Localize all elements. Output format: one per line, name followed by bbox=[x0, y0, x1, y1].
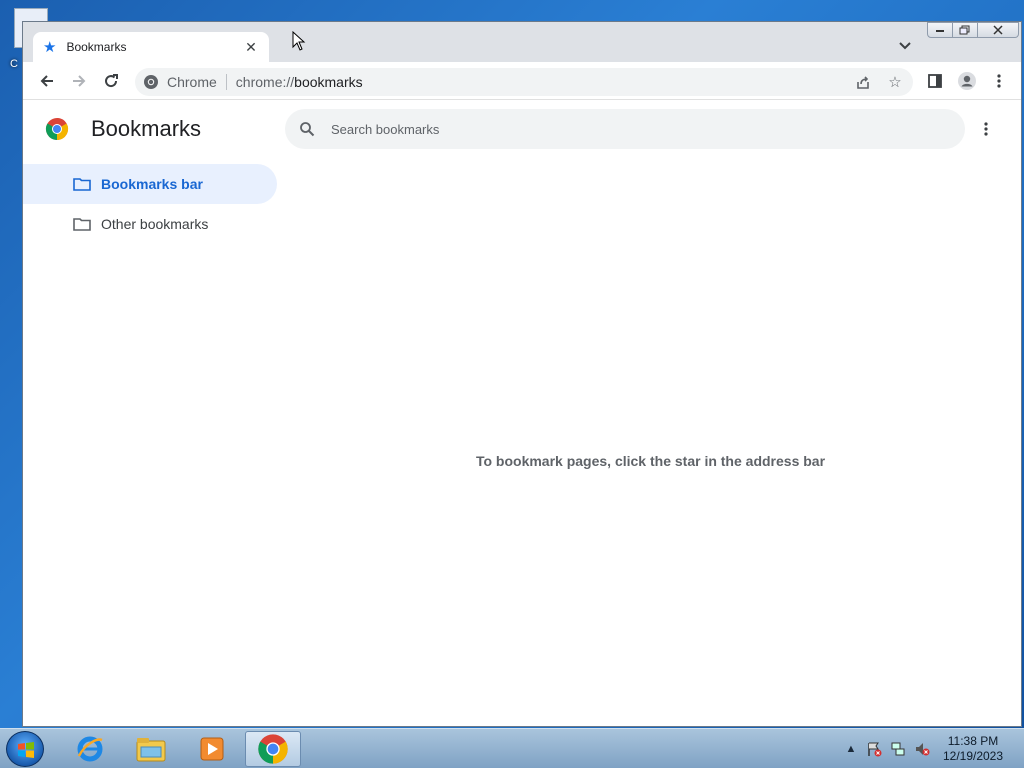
taskbar-clock[interactable]: 11:38 PM 12/19/2023 bbox=[938, 734, 1008, 764]
bookmarks-page: Bookmarks Bookmarks bar Other bookmarks … bbox=[23, 100, 1021, 726]
chrome-window: ★ Bookmarks ✕ Chrome chrome://bookmarks … bbox=[22, 21, 1022, 727]
search-input[interactable] bbox=[331, 121, 891, 137]
bookmark-star-icon[interactable]: ☆ bbox=[885, 72, 905, 92]
forward-arrow-icon[interactable] bbox=[67, 69, 91, 93]
close-tab-icon[interactable]: ✕ bbox=[243, 39, 259, 56]
empty-state-message: To bookmark pages, click the star in the… bbox=[475, 453, 826, 469]
address-bar[interactable]: Chrome chrome://bookmarks ☆ bbox=[135, 68, 913, 96]
windows-logo-icon bbox=[18, 742, 34, 758]
folder-icon bbox=[73, 217, 91, 231]
share-icon[interactable] bbox=[853, 72, 873, 92]
start-button[interactable] bbox=[6, 731, 44, 767]
folder-icon bbox=[73, 177, 91, 191]
show-hidden-icons-icon[interactable]: ▲ bbox=[843, 741, 859, 757]
chrome-site-icon bbox=[143, 74, 159, 90]
tab-search-chevron-icon[interactable] bbox=[895, 36, 915, 56]
sidebar-item-bookmarks-bar[interactable]: Bookmarks bar bbox=[23, 164, 277, 204]
clock-date: 12/19/2023 bbox=[942, 749, 1004, 763]
title-bar: ★ Bookmarks ✕ bbox=[23, 22, 1021, 62]
url-path: bookmarks bbox=[294, 74, 363, 90]
url-scheme: chrome:// bbox=[235, 74, 295, 90]
network-icon[interactable] bbox=[890, 741, 906, 757]
taskbar: ▲ 11:38 PM 12/19/2023 bbox=[0, 728, 1024, 768]
close-window-button[interactable] bbox=[977, 22, 1019, 38]
sidebar-item-label: Other bookmarks bbox=[101, 216, 209, 232]
minimize-button[interactable] bbox=[927, 22, 953, 38]
restore-button[interactable] bbox=[952, 22, 978, 38]
chrome-menu-icon[interactable] bbox=[987, 69, 1011, 93]
clock-time: 11:38 PM bbox=[947, 734, 999, 748]
taskbar-media-player-icon[interactable] bbox=[184, 731, 240, 767]
mouse-cursor-icon bbox=[292, 30, 306, 51]
sidebar-item-label: Bookmarks bar bbox=[101, 176, 203, 192]
tab-bookmarks[interactable]: ★ Bookmarks ✕ bbox=[33, 32, 269, 62]
side-panel-icon[interactable] bbox=[923, 69, 947, 93]
reload-icon[interactable] bbox=[99, 69, 123, 93]
action-center-flag-icon[interactable] bbox=[866, 741, 882, 757]
omnibox-chip: Chrome bbox=[167, 74, 227, 90]
search-bookmarks-box[interactable] bbox=[285, 109, 965, 149]
chrome-logo-icon bbox=[45, 117, 69, 141]
back-arrow-icon[interactable] bbox=[35, 69, 59, 93]
browser-toolbar: Chrome chrome://bookmarks ☆ bbox=[23, 62, 1021, 100]
sidebar-item-other-bookmarks[interactable]: Other bookmarks bbox=[23, 204, 277, 244]
page-title: Bookmarks bbox=[91, 116, 202, 141]
star-icon: ★ bbox=[43, 39, 57, 56]
page-menu-icon[interactable] bbox=[975, 118, 997, 140]
volume-muted-icon[interactable] bbox=[914, 741, 930, 757]
taskbar-chrome-icon[interactable] bbox=[245, 731, 301, 767]
taskbar-internet-explorer-icon[interactable] bbox=[62, 731, 118, 767]
omnibox-url[interactable]: chrome://bookmarks bbox=[236, 74, 363, 90]
taskbar-windows-explorer-icon[interactable] bbox=[123, 731, 179, 767]
profile-avatar-icon[interactable] bbox=[955, 69, 979, 93]
search-icon bbox=[297, 119, 317, 139]
desktop-icon-label: C bbox=[10, 58, 18, 70]
tab-title: Bookmarks bbox=[66, 40, 127, 54]
